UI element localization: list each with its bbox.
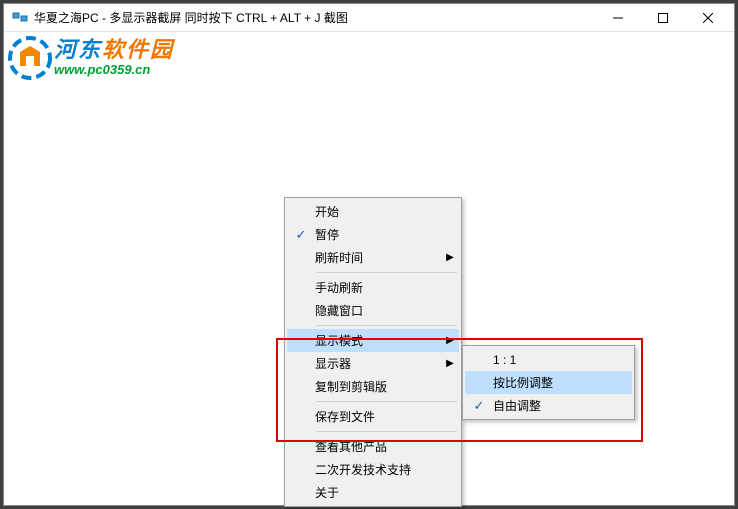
menu-separator	[317, 325, 457, 326]
app-icon	[12, 10, 28, 26]
watermark-url: www.pc0359.cn	[54, 62, 174, 78]
menu-item-dev-support[interactable]: 二次开发技术支持	[287, 458, 459, 481]
menu-item-manual-refresh[interactable]: 手动刷新	[287, 276, 459, 299]
minimize-button[interactable]	[595, 4, 640, 32]
watermark-text: 河东软件园	[54, 38, 174, 62]
menu-item-about[interactable]: 关于	[287, 481, 459, 504]
menu-item-pause[interactable]: ✓暂停	[287, 223, 459, 246]
menu-item-hide-window[interactable]: 隐藏窗口	[287, 299, 459, 322]
logo-icon	[8, 36, 52, 80]
maximize-button[interactable]	[640, 4, 685, 32]
menu-separator	[317, 272, 457, 273]
window-title: 华夏之海PC - 多显示器截屏 同时按下 CTRL + ALT + J 截图	[34, 9, 595, 26]
titlebar[interactable]: 华夏之海PC - 多显示器截屏 同时按下 CTRL + ALT + J 截图	[4, 4, 734, 32]
menu-item-refresh-time[interactable]: 刷新时间▶	[287, 246, 459, 269]
menu-item-start[interactable]: 开始	[287, 200, 459, 223]
close-button[interactable]	[685, 4, 730, 32]
watermark: 河东软件园 www.pc0359.cn	[8, 36, 174, 80]
annotation-box	[276, 338, 643, 442]
client-area[interactable]: 河东软件园 www.pc0359.cn 开始 ✓暂停 刷新时间▶ 手动刷新 隐藏…	[4, 32, 734, 501]
app-window: 华夏之海PC - 多显示器截屏 同时按下 CTRL + ALT + J 截图 河…	[4, 4, 734, 501]
